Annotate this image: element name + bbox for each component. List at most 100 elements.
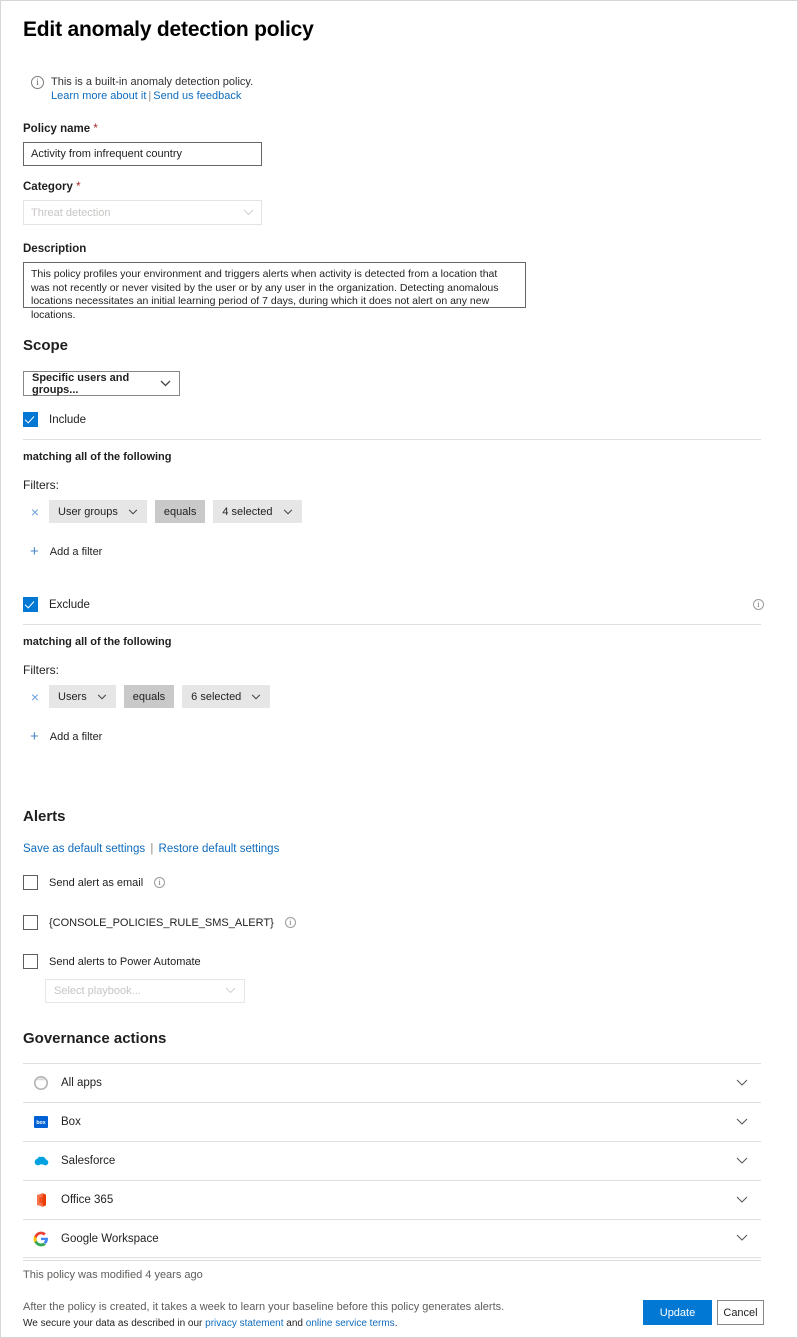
- plus-icon: +: [30, 543, 39, 560]
- power-automate-row[interactable]: Send alerts to Power Automate: [23, 954, 201, 969]
- update-button[interactable]: Update: [643, 1300, 712, 1325]
- online-service-terms-link[interactable]: online service terms: [306, 1318, 395, 1329]
- policy-modified-text: This policy was modified 4 years ago: [23, 1269, 203, 1281]
- send-alert-email-info-icon[interactable]: i: [154, 877, 166, 888]
- governance-row-office365[interactable]: Office 365: [23, 1180, 761, 1219]
- scope-select[interactable]: Specific users and groups...: [23, 371, 180, 396]
- footer-note-line2: We secure your data as described in our …: [23, 1318, 397, 1329]
- footer-note-pre: We secure your data as described in our: [23, 1318, 206, 1329]
- chevron-down-icon[interactable]: [736, 1195, 748, 1206]
- exclude-filter-value[interactable]: 6 selected: [182, 685, 271, 708]
- exclude-checkbox-row[interactable]: Exclude: [23, 597, 90, 612]
- scope-heading: Scope: [23, 337, 69, 354]
- sms-alert-info-icon[interactable]: i: [284, 917, 296, 928]
- sms-alert-label: {CONSOLE_POLICIES_RULE_SMS_ALERT}: [49, 916, 274, 929]
- include-checkbox[interactable]: [23, 412, 38, 427]
- page-title: Edit anomaly detection policy: [23, 18, 314, 41]
- exclude-label: Exclude: [49, 598, 90, 611]
- privacy-statement-link[interactable]: privacy statement: [205, 1318, 283, 1329]
- include-divider: [23, 439, 761, 440]
- include-add-filter-label: Add a filter: [49, 546, 103, 558]
- send-alert-email-row[interactable]: Send alert as email i: [23, 875, 166, 890]
- playbook-select[interactable]: Select playbook...: [45, 979, 245, 1003]
- exclude-checkbox[interactable]: [23, 597, 38, 612]
- exclude-add-filter-button[interactable]: + Add a filter: [30, 728, 103, 745]
- send-feedback-link[interactable]: Send us feedback: [153, 90, 241, 102]
- office365-icon: [33, 1192, 49, 1208]
- policy-name-required: *: [93, 123, 98, 135]
- include-filter-field[interactable]: User groups: [49, 500, 147, 523]
- include-filter-row: × User groups equals 4 selected: [29, 500, 302, 523]
- policy-name-label: Policy name *: [23, 123, 98, 135]
- governance-list: All apps box Box Salesforce Office 365 G…: [23, 1063, 761, 1258]
- governance-row-label: Office 365: [61, 1194, 114, 1206]
- chevron-down-icon[interactable]: [736, 1233, 748, 1244]
- exclude-add-filter-label: Add a filter: [49, 731, 103, 743]
- chevron-down-icon[interactable]: [736, 1078, 748, 1089]
- cancel-button[interactable]: Cancel: [717, 1300, 764, 1325]
- scope-select-value: Specific users and groups...: [32, 371, 130, 396]
- restore-default-settings-link[interactable]: Restore default settings: [159, 843, 280, 855]
- description-label: Description: [23, 243, 87, 255]
- exclude-filter-field[interactable]: Users: [49, 685, 116, 708]
- learn-more-link[interactable]: Learn more about it: [51, 90, 146, 102]
- sms-alert-checkbox[interactable]: [23, 915, 38, 930]
- category-required: *: [76, 181, 81, 193]
- policy-name-input[interactable]: [23, 142, 262, 166]
- plus-icon: +: [30, 728, 39, 745]
- footer-note-end: .: [394, 1318, 398, 1329]
- send-alert-email-checkbox[interactable]: [23, 875, 38, 890]
- salesforce-icon: [33, 1153, 49, 1169]
- exclude-filter-row: × Users equals 6 selected: [29, 685, 271, 708]
- include-add-filter-button[interactable]: + Add a filter: [30, 543, 103, 560]
- banner-text: This is a built-in anomaly detection pol…: [51, 76, 254, 88]
- power-automate-label: Send alerts to Power Automate: [49, 955, 201, 968]
- chevron-down-icon: [283, 507, 293, 517]
- governance-row-all-apps[interactable]: All apps: [23, 1063, 761, 1102]
- policy-name-label-text: Policy name: [23, 123, 91, 135]
- include-filter-field-value: User groups: [58, 505, 118, 518]
- include-filter-operator[interactable]: equals: [154, 500, 206, 523]
- chevron-down-icon: [243, 207, 254, 219]
- exclude-divider: [23, 624, 761, 625]
- chevron-down-icon[interactable]: [736, 1156, 748, 1167]
- include-filter-value[interactable]: 4 selected: [213, 500, 302, 523]
- include-matching-text: matching all of the following: [23, 451, 172, 463]
- governance-row-label: Google Workspace: [61, 1232, 159, 1245]
- exclude-filters-label: Filters:: [23, 663, 59, 677]
- alerts-links-separator: |: [150, 843, 154, 855]
- chevron-down-icon[interactable]: [736, 1117, 748, 1128]
- category-value: Threat detection: [31, 206, 111, 219]
- check-icon: [24, 413, 35, 424]
- exclude-filter-value-text: 6 selected: [191, 690, 242, 703]
- include-checkbox-row[interactable]: Include: [23, 412, 86, 427]
- chevron-down-icon: [225, 985, 236, 997]
- alerts-heading: Alerts: [23, 808, 66, 825]
- google-workspace-icon: [33, 1231, 49, 1247]
- governance-row-box[interactable]: box Box: [23, 1102, 761, 1141]
- exclude-info-icon[interactable]: i: [753, 599, 764, 610]
- save-default-settings-link[interactable]: Save as default settings: [23, 843, 145, 855]
- category-label: Category *: [23, 181, 81, 193]
- include-label: Include: [49, 413, 87, 426]
- exclude-matching-text: matching all of the following: [23, 636, 172, 648]
- edit-anomaly-detection-policy-page: Edit anomaly detection policy i This is …: [0, 0, 798, 1338]
- remove-filter-icon[interactable]: ×: [29, 505, 41, 519]
- governance-row-salesforce[interactable]: Salesforce: [23, 1141, 761, 1180]
- chevron-down-icon: [251, 692, 261, 702]
- alerts-default-links: Save as default settings | Restore defau…: [23, 843, 279, 855]
- sms-alert-row[interactable]: {CONSOLE_POLICIES_RULE_SMS_ALERT} i: [23, 915, 296, 930]
- builtin-policy-banner: i This is a built-in anomaly detection p…: [31, 75, 253, 104]
- governance-heading: Governance actions: [23, 1030, 167, 1047]
- exclude-filter-operator[interactable]: equals: [123, 685, 175, 708]
- governance-row-google-workspace[interactable]: Google Workspace: [23, 1219, 761, 1258]
- footer-divider: [23, 1260, 761, 1261]
- remove-filter-icon[interactable]: ×: [29, 690, 41, 704]
- governance-row-label: Box: [61, 1116, 81, 1128]
- check-icon: [24, 598, 35, 609]
- send-alert-email-label: Send alert as email: [49, 876, 144, 889]
- governance-row-label: All apps: [61, 1077, 102, 1089]
- description-textarea[interactable]: This policy profiles your environment an…: [23, 262, 526, 321]
- exclude-filter-field-value: Users: [58, 690, 87, 703]
- power-automate-checkbox[interactable]: [23, 954, 38, 969]
